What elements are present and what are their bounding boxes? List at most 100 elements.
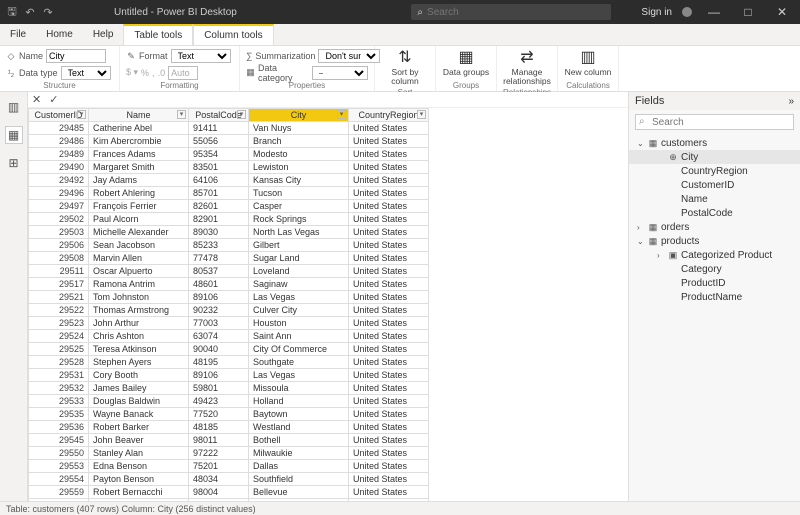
cell[interactable]: 82901	[189, 213, 249, 226]
user-avatar-icon[interactable]	[682, 7, 692, 17]
column-header[interactable]: CustomerID▾	[29, 109, 89, 122]
cell[interactable]: 64106	[189, 174, 249, 187]
cell[interactable]: Paul Alcorn	[89, 213, 189, 226]
cell[interactable]: Ramona Antrim	[89, 278, 189, 291]
cell[interactable]: United States	[349, 213, 429, 226]
cell[interactable]: Cory Booth	[89, 369, 189, 382]
cell[interactable]: 90232	[189, 304, 249, 317]
cell[interactable]: 89106	[189, 291, 249, 304]
cell[interactable]: United States	[349, 330, 429, 343]
table-row[interactable]: 29533Douglas Baldwin49423HollandUnited S…	[29, 395, 429, 408]
cell[interactable]: 89106	[189, 369, 249, 382]
cell[interactable]: 63074	[189, 330, 249, 343]
cell[interactable]: Chris Ashton	[89, 330, 189, 343]
fields-column[interactable]: ProductID	[629, 276, 800, 290]
cell[interactable]: Houston	[249, 317, 349, 330]
cell[interactable]: United States	[349, 304, 429, 317]
cell[interactable]: John Arthur	[89, 317, 189, 330]
cell[interactable]: Saint Ann	[249, 330, 349, 343]
cell[interactable]: Southgate	[249, 356, 349, 369]
cell[interactable]: Oscar Alpuerto	[89, 265, 189, 278]
menu-table-tools[interactable]: Table tools	[123, 24, 193, 45]
cell[interactable]: United States	[349, 278, 429, 291]
report-view-icon[interactable]: ▥	[5, 98, 23, 116]
cell[interactable]: United States	[349, 148, 429, 161]
cell[interactable]: 29511	[29, 265, 89, 278]
fields-column[interactable]: ›▣Categorized Product	[629, 248, 800, 262]
cell[interactable]: United States	[349, 239, 429, 252]
fields-column[interactable]: PostalCode	[629, 206, 800, 220]
cell[interactable]: 77478	[189, 252, 249, 265]
minimize-button[interactable]: —	[702, 5, 726, 19]
data-groups-button[interactable]: ▦Data groups	[442, 48, 490, 79]
cell[interactable]: 55056	[189, 135, 249, 148]
table-row[interactable]: 29531Cory Booth89106Las VegasUnited Stat…	[29, 369, 429, 382]
cell[interactable]: 29535	[29, 408, 89, 421]
cell[interactable]: Culver City	[249, 304, 349, 317]
fields-column[interactable]: CustomerID	[629, 178, 800, 192]
cell[interactable]: 83501	[189, 161, 249, 174]
table-row[interactable]: 29554Payton Benson48034SouthfieldUnited …	[29, 473, 429, 486]
cell[interactable]: François Ferrier	[89, 200, 189, 213]
table-row[interactable]: 29485Catherine Abel91411Van NuysUnited S…	[29, 122, 429, 135]
cell[interactable]: 98011	[189, 434, 249, 447]
cell[interactable]: Modesto	[249, 148, 349, 161]
cell[interactable]: 75201	[189, 460, 249, 473]
column-header[interactable]: CountryRegion▾	[349, 109, 429, 122]
cell[interactable]: Teresa Atkinson	[89, 343, 189, 356]
global-search-input[interactable]	[427, 7, 605, 18]
table-row[interactable]: 29492Jay Adams64106Kansas CityUnited Sta…	[29, 174, 429, 187]
filter-drop-icon[interactable]: ▾	[177, 110, 186, 119]
fields-table[interactable]: ›▦orders	[629, 220, 800, 234]
cell[interactable]: Rock Springs	[249, 213, 349, 226]
cell[interactable]: Kansas City	[249, 174, 349, 187]
fields-column[interactable]: CountryRegion	[629, 164, 800, 178]
cell[interactable]: United States	[349, 460, 429, 473]
cell[interactable]: Thomas Armstrong	[89, 304, 189, 317]
cell[interactable]: 29496	[29, 187, 89, 200]
cell[interactable]: 48195	[189, 356, 249, 369]
cell[interactable]: Jay Adams	[89, 174, 189, 187]
fields-column[interactable]: ⊕City	[629, 150, 800, 164]
cell[interactable]: Westland	[249, 421, 349, 434]
cell[interactable]: United States	[349, 434, 429, 447]
cell[interactable]: Las Vegas	[249, 291, 349, 304]
cell[interactable]: 29497	[29, 200, 89, 213]
cell[interactable]: 29489	[29, 148, 89, 161]
table-row[interactable]: 29522Thomas Armstrong90232Culver CityUni…	[29, 304, 429, 317]
cell[interactable]: Lewiston	[249, 161, 349, 174]
table-row[interactable]: 29517Ramona Antrim48601SaginawUnited Sta…	[29, 278, 429, 291]
menu-home[interactable]: Home	[36, 24, 83, 45]
cell[interactable]: 49423	[189, 395, 249, 408]
table-row[interactable]: 29508Marvin Allen77478Sugar LandUnited S…	[29, 252, 429, 265]
chevron-icon[interactable]: ›	[657, 251, 665, 260]
table-row[interactable]: 29528Stephen Ayers48195SouthgateUnited S…	[29, 356, 429, 369]
cell[interactable]: 29531	[29, 369, 89, 382]
cell[interactable]: City Of Commerce	[249, 343, 349, 356]
cell[interactable]: 29522	[29, 304, 89, 317]
table-row[interactable]: 29559Robert Bernacchi98004BellevueUnited…	[29, 486, 429, 499]
decimals-input[interactable]	[168, 66, 198, 80]
table-row[interactable]: 29490Margaret Smith83501LewistonUnited S…	[29, 161, 429, 174]
cell[interactable]: Casper	[249, 200, 349, 213]
cell[interactable]: United States	[349, 447, 429, 460]
table-row[interactable]: 29486Kim Abercrombie55056BranchUnited St…	[29, 135, 429, 148]
fields-table[interactable]: ⌄▦products	[629, 234, 800, 248]
cell[interactable]: 29523	[29, 317, 89, 330]
cell[interactable]: 29554	[29, 473, 89, 486]
cell[interactable]: United States	[349, 343, 429, 356]
cell[interactable]: United States	[349, 499, 429, 502]
table-row[interactable]: 29502Paul Alcorn82901Rock SpringsUnited …	[29, 213, 429, 226]
cell[interactable]: Matthias Berndt	[89, 499, 189, 502]
table-row[interactable]: 29553Edna Benson75201DallasUnited States	[29, 460, 429, 473]
datacategory-select[interactable]: ⎯	[312, 66, 368, 80]
cell[interactable]: Saginaw	[249, 278, 349, 291]
cell[interactable]: 29502	[29, 213, 89, 226]
new-column-button[interactable]: ▥New column	[564, 48, 612, 79]
cell[interactable]: Payton Benson	[89, 473, 189, 486]
cell[interactable]: United States	[349, 408, 429, 421]
maximize-button[interactable]: □	[736, 5, 760, 19]
cell[interactable]: 29521	[29, 291, 89, 304]
format-select[interactable]: Text	[171, 49, 231, 63]
save-icon[interactable]: 🖫	[6, 6, 18, 18]
